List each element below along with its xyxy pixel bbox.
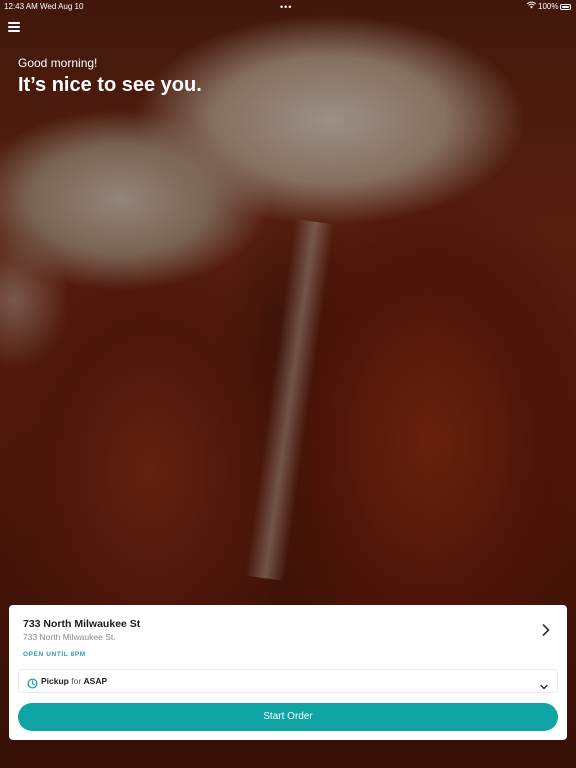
order-card: 733 North Milwaukee St 733 North Milwauk… [9, 605, 567, 740]
status-date: Wed Aug 10 [40, 2, 84, 11]
chevron-down-icon[interactable] [539, 678, 549, 690]
store-hours: OPEN UNTIL 8PM [23, 651, 86, 658]
store-name[interactable]: 733 North Milwaukee St [23, 618, 140, 630]
store-address: 733 North Milwaukee St. [23, 632, 116, 642]
greeting-text: Good morning! [18, 56, 98, 70]
chevron-right-icon[interactable] [541, 623, 551, 637]
status-bar: 12:43 AM Wed Aug 10 ••• 100% [0, 0, 576, 14]
for-word: for [71, 676, 82, 686]
start-order-button[interactable]: Start Order [18, 703, 558, 731]
status-time: 12:43 AM [4, 2, 38, 11]
battery-percent: 100% [538, 2, 559, 11]
clock-icon [27, 676, 38, 689]
order-time: ASAP [83, 676, 108, 686]
welcome-headline: It’s nice to see you. [18, 74, 202, 96]
hamburger-menu-icon[interactable] [8, 22, 20, 32]
pickup-label: Pickup for ASAP [41, 676, 107, 686]
battery-icon [560, 4, 571, 10]
order-method: Pickup [41, 676, 69, 686]
multitasking-dots-icon[interactable]: ••• [280, 0, 292, 14]
pickup-time-selector[interactable]: Pickup for ASAP [18, 669, 558, 693]
wifi-icon [526, 0, 537, 14]
